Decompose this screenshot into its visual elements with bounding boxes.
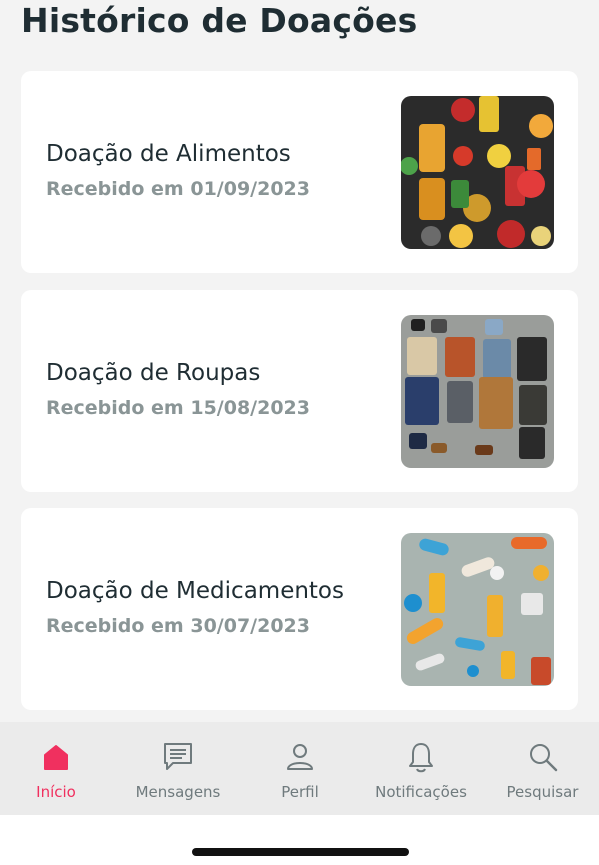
tab-label: Notificações	[375, 783, 467, 801]
tab-label: Início	[36, 783, 76, 801]
donation-date: Recebido em 30/07/2023	[46, 615, 310, 637]
home-icon	[42, 740, 70, 774]
tab-pesquisar[interactable]: Pesquisar	[500, 722, 585, 815]
tab-label: Pesquisar	[506, 783, 579, 801]
safe-area	[0, 815, 599, 865]
tab-inicio[interactable]: Início	[20, 722, 92, 815]
donation-card-clothes[interactable]: Doação de Roupas Recebido em 15/08/2023	[21, 290, 578, 492]
donation-date: Recebido em 01/09/2023	[46, 178, 310, 200]
tab-perfil[interactable]: Perfil	[264, 722, 336, 815]
tab-notificacoes[interactable]: Notificações	[366, 722, 476, 815]
donation-title: Doação de Alimentos	[46, 141, 291, 167]
tab-label: Mensagens	[135, 783, 221, 801]
bell-icon	[406, 740, 436, 774]
donation-title: Doação de Roupas	[46, 360, 261, 386]
donation-date: Recebido em 15/08/2023	[46, 397, 310, 419]
page-title: Histórico de Doações	[21, 1, 418, 40]
tab-mensagens[interactable]: Mensagens	[128, 722, 228, 815]
message-icon	[161, 740, 195, 774]
user-icon	[285, 740, 315, 774]
donation-card-food[interactable]: Doação de Alimentos Recebido em 01/09/20…	[21, 71, 578, 273]
donation-card-medicine[interactable]: Doação de Medicamentos Recebido em 30/07…	[21, 508, 578, 710]
bottom-tab-bar: Início Mensagens Perfil Notificações Pes…	[0, 722, 599, 815]
clothes-image	[401, 315, 554, 468]
home-indicator[interactable]	[192, 848, 409, 856]
medicine-image	[401, 533, 554, 686]
donation-title: Doação de Medicamentos	[46, 578, 344, 604]
tab-label: Perfil	[281, 783, 319, 801]
food-image	[401, 96, 554, 249]
search-icon	[527, 740, 559, 774]
